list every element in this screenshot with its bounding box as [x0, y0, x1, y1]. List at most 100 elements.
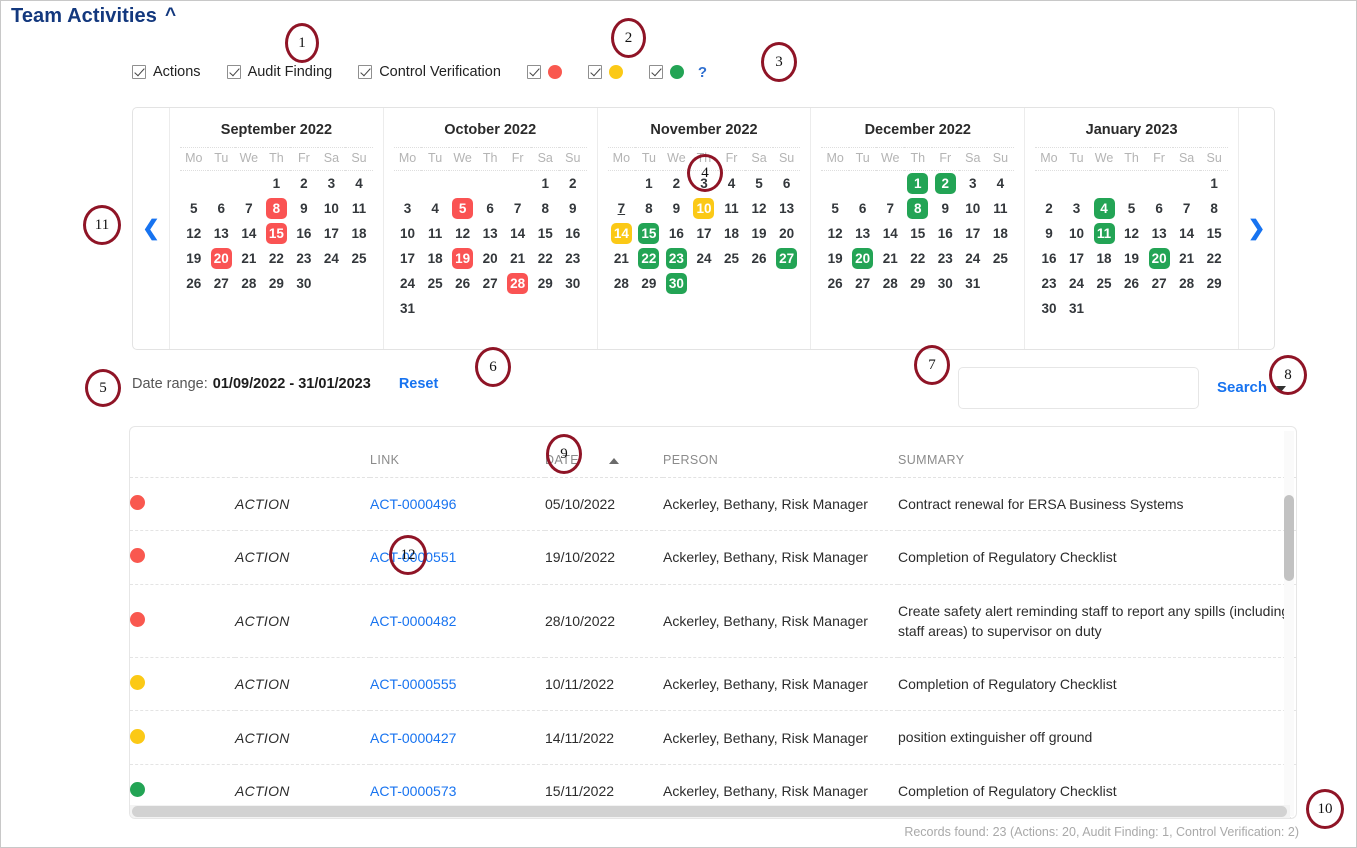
calendar-day[interactable]: 5: [825, 198, 846, 219]
calendar-day[interactable]: 25: [1094, 273, 1115, 294]
calendar-day[interactable]: 26: [183, 273, 204, 294]
calendar-day-cell[interactable]: 27: [773, 246, 801, 271]
calendar-day-cell[interactable]: 1: [904, 171, 932, 197]
column-header-status[interactable]: [130, 427, 235, 478]
calendar-day[interactable]: 10: [962, 198, 983, 219]
calendar-day-cell[interactable]: 1: [531, 171, 559, 197]
calendar-day-cell[interactable]: 3: [959, 171, 987, 197]
calendar-day[interactable]: 19: [825, 248, 846, 269]
calendar-day-cell[interactable]: 23: [290, 246, 318, 271]
record-link[interactable]: ACT-0000427: [370, 730, 456, 746]
checkbox-checked-icon[interactable]: [226, 65, 241, 79]
calendar-day-cell[interactable]: 4: [345, 171, 373, 197]
table-vertical-scrollbar-thumb[interactable]: [1284, 495, 1294, 581]
calendar-day[interactable]: 23: [562, 248, 583, 269]
calendar-day-cell[interactable]: 12: [1118, 221, 1146, 246]
calendar-day-highlight-red[interactable]: 20: [210, 248, 232, 269]
calendar-day-cell[interactable]: 3: [318, 171, 346, 197]
calendar-day[interactable]: 13: [211, 223, 232, 244]
calendar-day-cell[interactable]: 5: [449, 196, 477, 221]
calendar-day-cell[interactable]: 5: [180, 196, 208, 221]
calendar-day-cell[interactable]: 20: [849, 246, 877, 271]
column-header-link[interactable]: LINK: [370, 427, 545, 478]
calendar-day-cell[interactable]: 19: [180, 246, 208, 271]
calendar-day-cell[interactable]: 21: [1173, 246, 1201, 271]
calendar-day-cell[interactable]: 12: [180, 221, 208, 246]
calendar-day[interactable]: 7: [880, 198, 901, 219]
calendar-day-cell[interactable]: 22: [904, 246, 932, 271]
calendar-day[interactable]: 19: [183, 248, 204, 269]
calendar-day-highlight-yellow[interactable]: 10: [693, 198, 715, 219]
calendar-day[interactable]: 26: [825, 273, 846, 294]
calendar-day-cell[interactable]: 7: [608, 196, 636, 221]
calendar-day-cell[interactable]: 27: [1145, 271, 1173, 296]
calendar-day[interactable]: 24: [962, 248, 983, 269]
calendar-day-cell[interactable]: 14: [504, 221, 532, 246]
calendar-day-cell[interactable]: 16: [663, 221, 691, 246]
calendar-day-cell[interactable]: 8: [263, 196, 291, 221]
calendar-day[interactable]: 25: [425, 273, 446, 294]
column-header-summary[interactable]: SUMMARY: [898, 427, 1296, 478]
calendar-day[interactable]: 6: [480, 198, 501, 219]
calendar-day[interactable]: 29: [638, 273, 659, 294]
calendar-day-cell[interactable]: 22: [1200, 246, 1228, 271]
calendar-day-highlight-green[interactable]: 27: [776, 248, 798, 269]
calendar-day[interactable]: 16: [562, 223, 583, 244]
calendar-day[interactable]: 16: [1038, 248, 1059, 269]
calendar-day[interactable]: 31: [1066, 298, 1087, 319]
calendar-day[interactable]: 4: [990, 173, 1011, 194]
calendar-day[interactable]: 2: [666, 173, 687, 194]
calendar-day[interactable]: 11: [721, 198, 742, 219]
calendar-day-highlight-green[interactable]: 23: [665, 248, 687, 269]
calendar-day[interactable]: 19: [749, 223, 770, 244]
calendar-day-cell[interactable]: 8: [904, 196, 932, 221]
calendar-day-cell[interactable]: 22: [635, 246, 663, 271]
calendar-day-cell[interactable]: 24: [690, 246, 718, 271]
calendar-day[interactable]: 6: [211, 198, 232, 219]
table-vertical-scrollbar-track[interactable]: [1284, 431, 1294, 816]
calendar-day[interactable]: 6: [852, 198, 873, 219]
calendar-day[interactable]: 14: [880, 223, 901, 244]
calendar-day-cell[interactable]: 30: [290, 271, 318, 296]
calendar-day-cell[interactable]: 26: [821, 271, 849, 296]
calendar-day-cell[interactable]: 22: [263, 246, 291, 271]
calendar-day-cell[interactable]: 19: [449, 246, 477, 271]
calendar-day[interactable]: 6: [776, 173, 797, 194]
calendar-day[interactable]: 24: [1066, 273, 1087, 294]
calendar-day-cell[interactable]: 9: [559, 196, 587, 221]
calendar-day[interactable]: 10: [1066, 223, 1087, 244]
calendar-day-cell[interactable]: 10: [690, 196, 718, 221]
calendar-day-cell[interactable]: 18: [718, 221, 746, 246]
calendar-day-highlight-red[interactable]: 28: [507, 273, 529, 294]
chevron-up-icon[interactable]: ^: [165, 5, 176, 27]
calendar-day[interactable]: 31: [397, 298, 418, 319]
calendar-day-cell[interactable]: 23: [663, 246, 691, 271]
calendar-day[interactable]: 10: [397, 223, 418, 244]
calendar-day[interactable]: 24: [693, 248, 714, 269]
calendar-day-cell[interactable]: 7: [504, 196, 532, 221]
calendar-day[interactable]: 23: [935, 248, 956, 269]
calendar-day[interactable]: 25: [990, 248, 1011, 269]
checkbox-checked-icon[interactable]: [526, 65, 541, 79]
calendar-day-highlight-red[interactable]: 8: [265, 198, 287, 219]
calendar-day[interactable]: 22: [266, 248, 287, 269]
calendar-day[interactable]: 8: [1204, 198, 1225, 219]
calendar-day-cell[interactable]: 12: [821, 221, 849, 246]
calendar-day-cell[interactable]: 2: [290, 171, 318, 197]
calendar-day-cell[interactable]: 10: [318, 196, 346, 221]
calendar-day-highlight-green[interactable]: 20: [852, 248, 874, 269]
checkbox-checked-icon[interactable]: [648, 65, 663, 79]
calendar-day[interactable]: 18: [990, 223, 1011, 244]
calendar-day-cell[interactable]: 21: [504, 246, 532, 271]
calendar-day-cell[interactable]: 28: [608, 271, 636, 296]
calendar-day-cell[interactable]: 16: [1035, 246, 1063, 271]
search-input[interactable]: [958, 367, 1199, 409]
record-link[interactable]: ACT-0000496: [370, 496, 456, 512]
calendar-day-cell[interactable]: 17: [394, 246, 422, 271]
calendar-day-cell[interactable]: 20: [1145, 246, 1173, 271]
calendar-day[interactable]: 13: [776, 198, 797, 219]
calendar-day-cell[interactable]: 26: [180, 271, 208, 296]
calendar-day-highlight-green[interactable]: 22: [638, 248, 660, 269]
calendar-day-cell[interactable]: 23: [559, 246, 587, 271]
calendar-day[interactable]: 21: [1176, 248, 1197, 269]
